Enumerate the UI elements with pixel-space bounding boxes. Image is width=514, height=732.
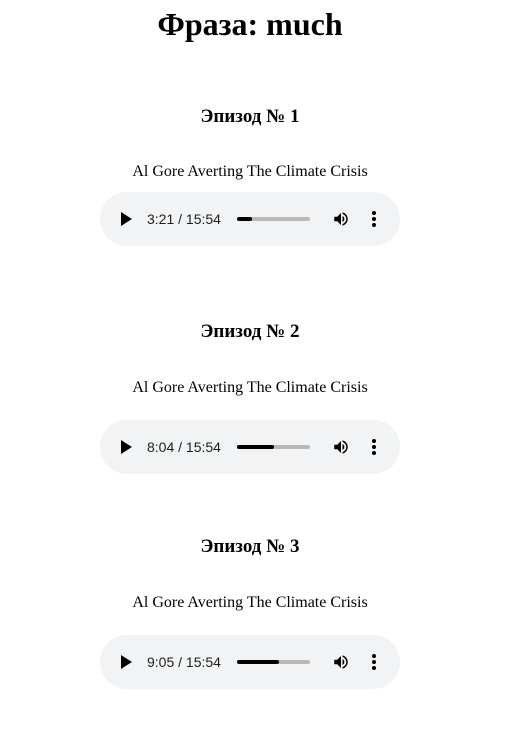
play-button[interactable] <box>116 652 136 672</box>
play-icon <box>121 655 132 669</box>
volume-icon <box>334 655 348 669</box>
more-options-button[interactable] <box>364 437 384 457</box>
more-vert-icon <box>372 211 376 227</box>
more-vert-icon <box>372 654 376 670</box>
audio-player: 8:04 / 15:54 <box>100 420 400 474</box>
volume-icon <box>334 212 348 226</box>
progress-fill <box>237 445 274 449</box>
episode-heading: Эпизод № 2 <box>200 321 300 342</box>
play-button[interactable] <box>116 437 136 457</box>
play-button[interactable] <box>116 209 136 229</box>
progress-slider[interactable] <box>237 660 310 664</box>
progress-slider[interactable] <box>237 217 310 221</box>
more-vert-icon <box>372 439 376 455</box>
episode-description: Al Gore Averting The Climate Crisis <box>132 163 368 180</box>
play-icon <box>121 440 132 454</box>
more-options-button[interactable] <box>364 209 384 229</box>
more-options-button[interactable] <box>364 652 384 672</box>
volume-icon <box>334 440 348 454</box>
time-display: 3:21 / 15:54 <box>147 211 221 227</box>
progress-fill <box>237 660 279 664</box>
episode-heading: Эпизод № 3 <box>200 536 300 557</box>
audio-player: 9:05 / 15:54 <box>100 635 400 689</box>
volume-button[interactable] <box>331 437 351 457</box>
volume-button[interactable] <box>331 652 351 672</box>
page-title: Фраза: much <box>157 6 343 42</box>
time-display: 8:04 / 15:54 <box>147 439 221 455</box>
progress-slider[interactable] <box>237 445 310 449</box>
progress-fill <box>237 217 253 221</box>
episode-description: Al Gore Averting The Climate Crisis <box>132 594 368 611</box>
audio-player: 3:21 / 15:54 <box>100 192 400 246</box>
volume-button[interactable] <box>331 209 351 229</box>
episode-description: Al Gore Averting The Climate Crisis <box>132 379 368 396</box>
episode-heading: Эпизод № 1 <box>200 106 300 127</box>
play-icon <box>121 212 132 226</box>
time-display: 9:05 / 15:54 <box>147 654 221 670</box>
